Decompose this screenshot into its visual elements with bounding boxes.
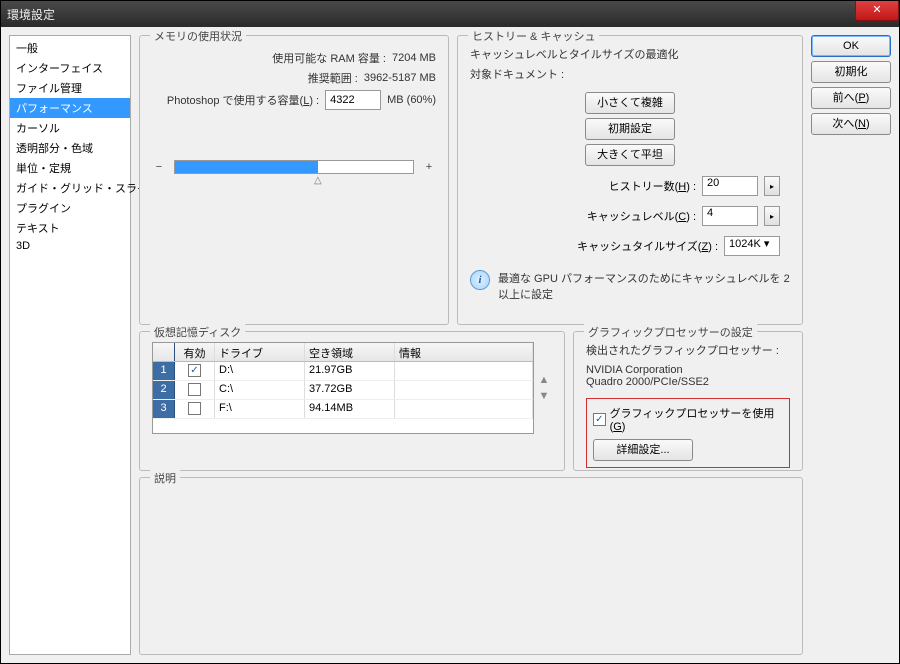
sidebar-item-4[interactable]: カーソル [10, 118, 130, 138]
gpu-legend: グラフィックプロセッサーの設定 [584, 324, 757, 340]
history-cache-fieldset: ヒストリー & キャッシュ キャッシュレベルとタイルサイズの最適化 対象ドキュメ… [457, 35, 803, 325]
description-fieldset: 説明 [139, 477, 803, 655]
gpu-info-text: 最適な GPU パフォーマンスのためにキャッシュレベルを 2 以上に設定 [498, 270, 790, 302]
dialog-buttons: OK 初期化 前へ(P) 次へ(N) [811, 35, 891, 655]
history-count-label: ヒストリー数(H) : [609, 178, 696, 194]
history-legend: ヒストリー & キャッシュ [468, 28, 599, 44]
preset-big-button[interactable]: 大きくて平坦 [585, 144, 675, 166]
sidebar-item-8[interactable]: プラグイン [10, 198, 130, 218]
tile-size-label: キャッシュタイルサイズ(Z) : [577, 238, 718, 254]
sidebar-item-5[interactable]: 透明部分・色域 [10, 138, 130, 158]
enable-checkbox[interactable] [188, 383, 201, 396]
sidebar-item-0[interactable]: 一般 [10, 38, 130, 58]
drive-cell: C:\ [215, 381, 305, 399]
recommended-range-value: 3962-5187 MB [364, 72, 436, 84]
titlebar: 環境設定 ✕ [1, 1, 899, 27]
scratch-legend: 仮想記憶ディスク [150, 324, 245, 340]
cache-level-spinner[interactable]: ▸ [764, 206, 780, 226]
next-button[interactable]: 次へ(N) [811, 113, 891, 135]
move-down-icon[interactable]: ▼ [536, 390, 552, 402]
slider-minus[interactable]: − [152, 161, 166, 173]
available-ram-label: 使用可能な RAM 容量 : [272, 50, 386, 66]
preset-small-button[interactable]: 小さくて複雑 [585, 92, 675, 114]
memory-legend: メモリの使用状況 [150, 28, 246, 44]
ps-use-input[interactable] [325, 90, 381, 110]
slider-marker-icon: △ [314, 175, 322, 186]
use-gpu-checkbox[interactable]: ✓ [593, 413, 606, 426]
slider-plus[interactable]: + [422, 161, 436, 173]
slider-fill [175, 161, 318, 173]
col-free: 空き領域 [305, 343, 395, 361]
info-cell [395, 362, 533, 380]
category-sidebar: 一般インターフェイスファイル管理パフォーマンスカーソル透明部分・色域単位・定規ガ… [9, 35, 131, 655]
scratch-disk-table: 有効 ドライブ 空き領域 情報 1✓D:\21.97GB2C:\37.72GB3… [153, 343, 533, 419]
gpu-vendor: NVIDIA Corporation [586, 364, 790, 376]
ps-use-label: Photoshop で使用する容量(L) : [167, 92, 319, 108]
table-row[interactable]: 3 F:\94.14MB [153, 400, 533, 419]
detected-gpu-label: 検出されたグラフィックプロセッサー : [586, 342, 790, 358]
gpu-highlight-box: ✓ グラフィックプロセッサーを使用(G) 詳細設定... [586, 398, 790, 468]
move-up-icon[interactable]: ▲ [536, 374, 552, 386]
ps-use-unit: MB (60%) [387, 94, 436, 106]
sidebar-item-9[interactable]: テキスト [10, 218, 130, 238]
tile-size-select[interactable]: 1024K ▾ [724, 236, 780, 256]
use-gpu-label: グラフィックプロセッサーを使用(G) [610, 405, 783, 433]
sidebar-item-10[interactable]: 3D [10, 238, 130, 254]
description-legend: 説明 [150, 470, 180, 486]
col-info: 情報 [395, 343, 533, 361]
sidebar-item-1[interactable]: インターフェイス [10, 58, 130, 78]
col-drive: ドライブ [215, 343, 305, 361]
gpu-fieldset: グラフィックプロセッサーの設定 検出されたグラフィックプロセッサー : NVID… [573, 331, 803, 471]
reset-button[interactable]: 初期化 [811, 61, 891, 83]
info-cell [395, 381, 533, 399]
scratch-disk-fieldset: 仮想記憶ディスク 有効 ドライブ 空き領域 情報 [139, 331, 565, 471]
free-cell: 37.72GB [305, 381, 395, 399]
sidebar-item-3[interactable]: パフォーマンス [10, 98, 130, 118]
info-icon: i [470, 270, 490, 290]
table-row[interactable]: 2 C:\37.72GB [153, 381, 533, 400]
advanced-settings-button[interactable]: 詳細設定... [593, 439, 693, 461]
preset-default-button[interactable]: 初期設定 [585, 118, 675, 140]
memory-slider[interactable]: △ [174, 160, 414, 174]
drive-cell: D:\ [215, 362, 305, 380]
history-count-input[interactable]: 20 [702, 176, 758, 196]
prev-button[interactable]: 前へ(P) [811, 87, 891, 109]
gpu-model: Quadro 2000/PCIe/SSE2 [586, 376, 790, 388]
history-sub1: キャッシュレベルとタイルサイズの最適化 [470, 46, 678, 62]
row-index: 1 [153, 362, 175, 380]
free-cell: 21.97GB [305, 362, 395, 380]
sidebar-item-7[interactable]: ガイド・グリッド・スライス [10, 178, 130, 198]
close-icon[interactable]: ✕ [855, 1, 899, 21]
free-cell: 94.14MB [305, 400, 395, 418]
cache-level-label: キャッシュレベル(C) : [587, 208, 696, 224]
enable-checkbox[interactable]: ✓ [188, 364, 201, 377]
enable-checkbox[interactable] [188, 402, 201, 415]
history-count-spinner[interactable]: ▸ [764, 176, 780, 196]
window-title: 環境設定 [7, 6, 55, 23]
history-sub2: 対象ドキュメント : [470, 66, 564, 82]
col-enabled: 有効 [175, 343, 215, 361]
memory-fieldset: メモリの使用状況 使用可能な RAM 容量 :7204 MB 推奨範囲 :396… [139, 35, 449, 325]
sidebar-item-6[interactable]: 単位・定規 [10, 158, 130, 178]
recommended-range-label: 推奨範囲 : [308, 70, 358, 86]
dropdown-icon: ▾ [764, 238, 770, 250]
drive-cell: F:\ [215, 400, 305, 418]
table-header: 有効 ドライブ 空き領域 情報 [153, 343, 533, 362]
preferences-window: 環境設定 ✕ 一般インターフェイスファイル管理パフォーマンスカーソル透明部分・色… [0, 0, 900, 664]
ok-button[interactable]: OK [811, 35, 891, 57]
available-ram-value: 7204 MB [392, 52, 436, 64]
info-cell [395, 400, 533, 418]
table-row[interactable]: 1 ✓ D:\21.97GB [153, 362, 533, 381]
row-index: 3 [153, 400, 175, 418]
sidebar-item-2[interactable]: ファイル管理 [10, 78, 130, 98]
row-index: 2 [153, 381, 175, 399]
cache-level-input[interactable]: 4 [702, 206, 758, 226]
